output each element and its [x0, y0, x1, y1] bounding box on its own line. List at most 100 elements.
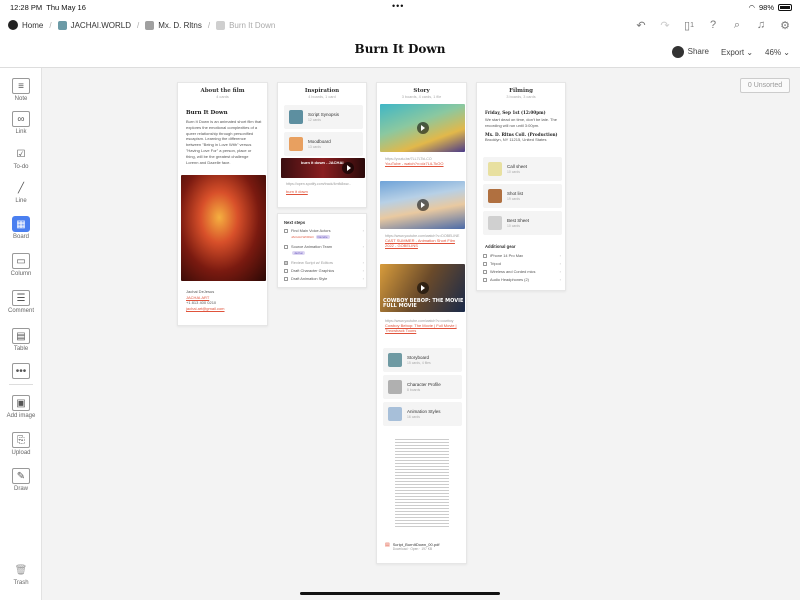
help-icon[interactable]: ? [706, 18, 720, 32]
todo-list-next-steps[interactable]: Next steps Find Main Voice Actors › JACHA… [277, 213, 367, 288]
gear-item[interactable]: iPhone 14 Pro Max › [483, 253, 561, 258]
home-indicator[interactable] [300, 592, 500, 595]
card-subtitle: 10 cards [507, 224, 521, 228]
tool-trash[interactable]: 🗑 Trash [0, 562, 42, 587]
tool-todo[interactable]: ☑ To-do [0, 146, 42, 171]
play-icon[interactable] [416, 282, 429, 294]
play-icon[interactable] [342, 162, 355, 174]
zoom-select[interactable]: 46% ⌄ [765, 48, 790, 57]
tool-link[interactable]: ∞ Link [0, 111, 42, 135]
upload-icon: ⎘ [12, 432, 30, 448]
gear-item[interactable]: Audio Headphones (2) › [483, 277, 561, 282]
app-header: Home / JACHAI.WORLD / Mx. D. Rltns / Bur… [0, 14, 800, 68]
filming-note[interactable]: Friday, Sep 1st (12:00pm) We start dead … [485, 110, 561, 142]
tool-note[interactable]: ≡ Note [0, 78, 42, 102]
card-title: Script Synopsis [308, 112, 340, 117]
board-icon [289, 110, 303, 124]
tool-column[interactable]: ▭ Column [0, 253, 42, 277]
tool-add-image[interactable]: ▣ Add image [0, 395, 42, 419]
search-icon[interactable]: ⌕ [730, 18, 744, 32]
column-subtitle: 3 boards, 3 cards [506, 95, 536, 99]
status-time: 12:28 PM Thu May 16 [10, 3, 86, 12]
tool-draw[interactable]: ✎ Draw [0, 468, 42, 492]
gear-title: Additional gear [485, 244, 516, 249]
board-card-script-synopsis[interactable]: Script Synopsis 12 cards [284, 105, 363, 129]
column-filming[interactable]: Filming 3 boards, 3 cards Friday, Sep 1s… [476, 82, 566, 291]
note-icon: ≡ [12, 78, 30, 94]
about-note[interactable]: Burn It Down Burn It Down is an animated… [186, 110, 262, 165]
board-card-moodboard[interactable]: Moodboard 13 cards [284, 132, 363, 156]
export-button[interactable]: Export ⌄ [721, 48, 753, 57]
card-title: Call sheet [507, 164, 528, 169]
play-icon[interactable] [416, 199, 429, 211]
todo-item[interactable]: Source Animation Team › [284, 244, 364, 249]
script-pdf-preview[interactable] [387, 435, 457, 535]
breadcrumb-mx-d-rltns[interactable]: Mx. D. Rltns [145, 20, 202, 30]
checkbox[interactable] [483, 261, 487, 266]
undo-icon[interactable]: ↶ [634, 18, 648, 32]
checkbox[interactable] [483, 277, 487, 282]
image-icon: ▣ [12, 395, 30, 411]
checkbox[interactable] [483, 253, 487, 258]
contact-email[interactable]: jachai.art@gmail.com [186, 306, 264, 311]
board-icon [388, 380, 402, 394]
checkbox[interactable] [483, 269, 487, 274]
board-card-storyboard[interactable]: Storyboard 15 cards, 4 files [383, 348, 462, 372]
tool-table[interactable]: ▤ Table [0, 328, 42, 352]
checkbox[interactable] [284, 276, 288, 281]
bell-icon[interactable]: ♫ [754, 18, 768, 32]
board-card-shot-list[interactable]: Shot list 19 cards [483, 184, 562, 208]
gear-item[interactable]: Tripod › [483, 261, 561, 266]
column-story[interactable]: Story 3 boards, 4 cards, 1 file https://… [376, 82, 467, 564]
board-icon [388, 353, 402, 367]
tool-line[interactable]: ╱ Line [0, 180, 42, 205]
battery-icon [778, 4, 792, 11]
video-thumbnail-1[interactable] [380, 104, 465, 152]
todo-item[interactable]: Draft Animation Style › [284, 276, 364, 281]
tool-board[interactable]: ▦ Board [0, 216, 42, 240]
music-video-embed[interactable]: burn it down - JACHAI [281, 158, 365, 178]
board-card-call-sheet[interactable]: Call sheet 10 cards [483, 157, 562, 181]
column-about[interactable]: About the film 4 cards Burn It Down Burn… [177, 82, 268, 326]
checkbox[interactable] [284, 260, 288, 265]
device-icon[interactable]: ▯ 1 [682, 18, 696, 32]
tool-upload[interactable]: ⎘ Upload [0, 432, 42, 456]
gear-item[interactable]: Wireless and Corded mics › [483, 269, 561, 274]
board-icon [289, 137, 303, 151]
tool-comment[interactable]: ☰ Comment [0, 290, 42, 314]
todo-item-done[interactable]: Review Script w/ Editors › [284, 260, 364, 265]
multitask-dots[interactable]: ••• [392, 1, 404, 11]
checkbox[interactable] [284, 244, 288, 249]
todo-item[interactable]: Draft Character Graphics › [284, 268, 364, 273]
tool-more[interactable]: ••• [0, 363, 42, 381]
contact-note[interactable]: Jachai DeJesus JACHAI.ART +1 813 400 021… [186, 289, 264, 311]
redo-icon[interactable]: ↷ [658, 18, 672, 32]
checkbox[interactable] [284, 268, 288, 273]
song-link[interactable]: burn it down [286, 189, 364, 194]
column-subtitle: 3 boards, 4 cards, 1 file [401, 95, 442, 99]
unsorted-button[interactable]: 0 Unsorted [740, 78, 790, 93]
board-icon [216, 20, 226, 30]
card-title: Storyboard [407, 355, 430, 360]
film-artwork-image[interactable] [181, 175, 266, 281]
breadcrumb: Home / JACHAI.WORLD / Mx. D. Rltns / Bur… [8, 20, 275, 30]
gear-icon[interactable]: ⚙ [778, 18, 792, 32]
board-card-animation-styles[interactable]: Animation Styles 16 cards [383, 402, 462, 426]
file-card[interactable]: ▤ Script_BurnItDown_00.pdf Download · Op… [385, 542, 465, 551]
play-icon[interactable] [416, 122, 429, 134]
board-card-character-profile[interactable]: Character Profile 8 boards [383, 375, 462, 399]
todo-item[interactable]: Find Main Voice Actors › [284, 228, 364, 233]
video-link-1[interactable]: YouTube - watch?v=dz7LiL7kOO [385, 161, 463, 166]
checkbox[interactable] [284, 228, 288, 233]
share-button[interactable]: Share [671, 46, 709, 58]
video-thumbnail-2[interactable] [380, 181, 465, 229]
breadcrumb-jachai-world[interactable]: JACHAI.WORLD [57, 20, 131, 30]
board-card-best-sheet[interactable]: Best Sheet 10 cards [483, 211, 562, 235]
breadcrumb-home[interactable]: Home [8, 20, 43, 30]
video-thumbnail-3[interactable]: COWBOY BEBOP: THE MOVIE FULL MOVIE [380, 264, 465, 312]
card-title: Moodboard [308, 139, 331, 144]
video-link-2[interactable]: CAST SUMMER - Animation Short Film 2022 … [385, 238, 463, 248]
column-inspiration[interactable]: Inspiration 4 boards, 1 card Script Syno… [277, 82, 367, 208]
video-link-3[interactable]: Cowboy Bebop: The Movie | Full Movie | T… [385, 323, 463, 333]
board-icon: ▦ [12, 216, 30, 232]
